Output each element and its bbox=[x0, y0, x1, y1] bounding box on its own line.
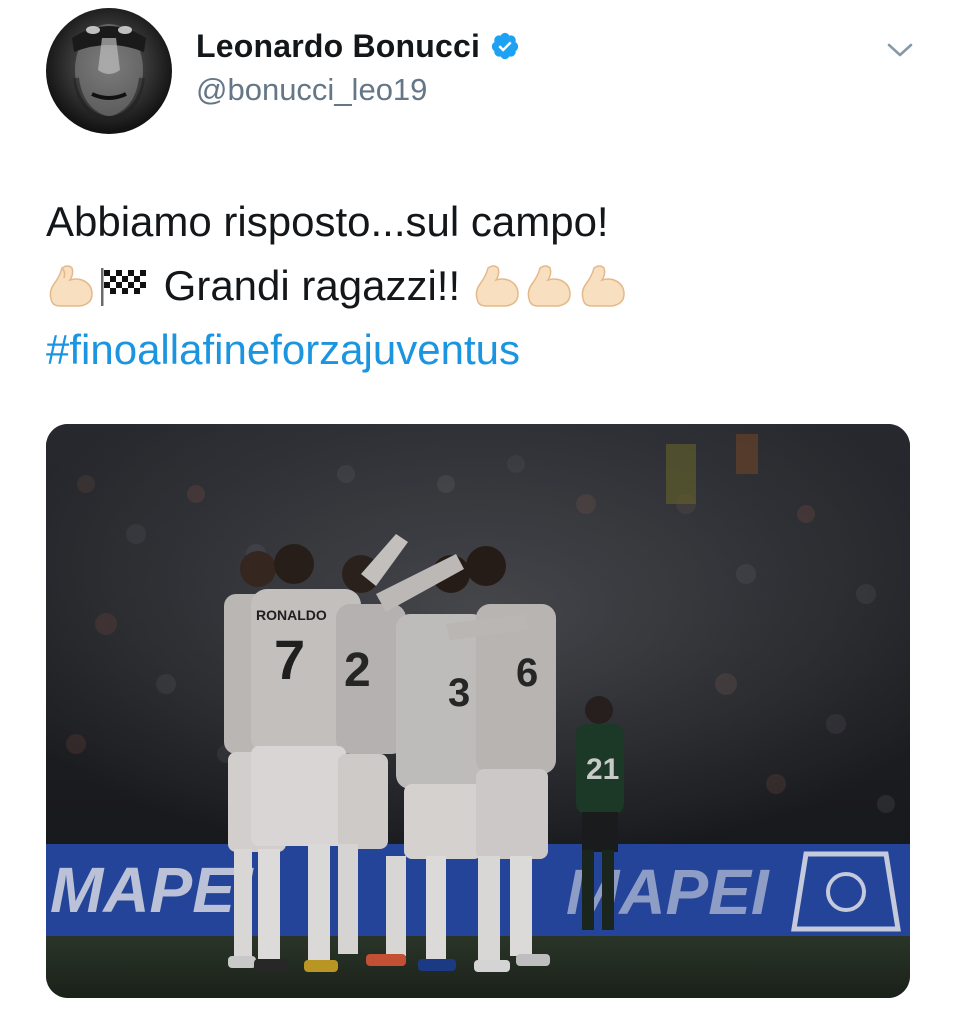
hashtag-link[interactable]: #finoallafineforzajuventus bbox=[46, 326, 520, 373]
author-handle[interactable]: @bonucci_leo19 bbox=[196, 72, 427, 108]
tweet-text-line-2-text: Grandi ragazzi!! bbox=[163, 262, 461, 309]
avatar-portrait bbox=[72, 24, 146, 124]
tweet-text-line-1: Abbiamo risposto...sul campo! bbox=[46, 198, 609, 245]
photo-football-celebration: MAPEI MAPEI 21 7 RONALDO 2 6 3 bbox=[46, 424, 910, 998]
verified-badge-icon bbox=[490, 31, 520, 61]
author-row[interactable]: Leonardo Bonucci bbox=[196, 26, 520, 66]
flexed-biceps-emoji bbox=[46, 262, 96, 326]
tweet-hashtag-line: #finoallafineforzajuventus bbox=[46, 318, 916, 382]
tweet: Leonardo Bonucci @bonucci_leo19 Abbiamo … bbox=[0, 0, 956, 1024]
flexed-biceps-emoji bbox=[576, 262, 630, 326]
tweet-photo[interactable]: MAPEI MAPEI 21 7 RONALDO 2 6 3 bbox=[46, 424, 910, 998]
tweet-text-line-2: Grandi ragazzi!! bbox=[46, 254, 916, 318]
flexed-biceps-emoji bbox=[472, 262, 522, 326]
flexed-biceps-emoji bbox=[522, 262, 576, 326]
chevron-down-icon[interactable] bbox=[884, 36, 916, 64]
tweet-text: Abbiamo risposto...sul campo! Grandi rag… bbox=[46, 190, 916, 382]
checkered-flag-emoji bbox=[96, 262, 152, 326]
avatar[interactable] bbox=[46, 8, 172, 134]
author-display-name[interactable]: Leonardo Bonucci bbox=[196, 28, 480, 65]
